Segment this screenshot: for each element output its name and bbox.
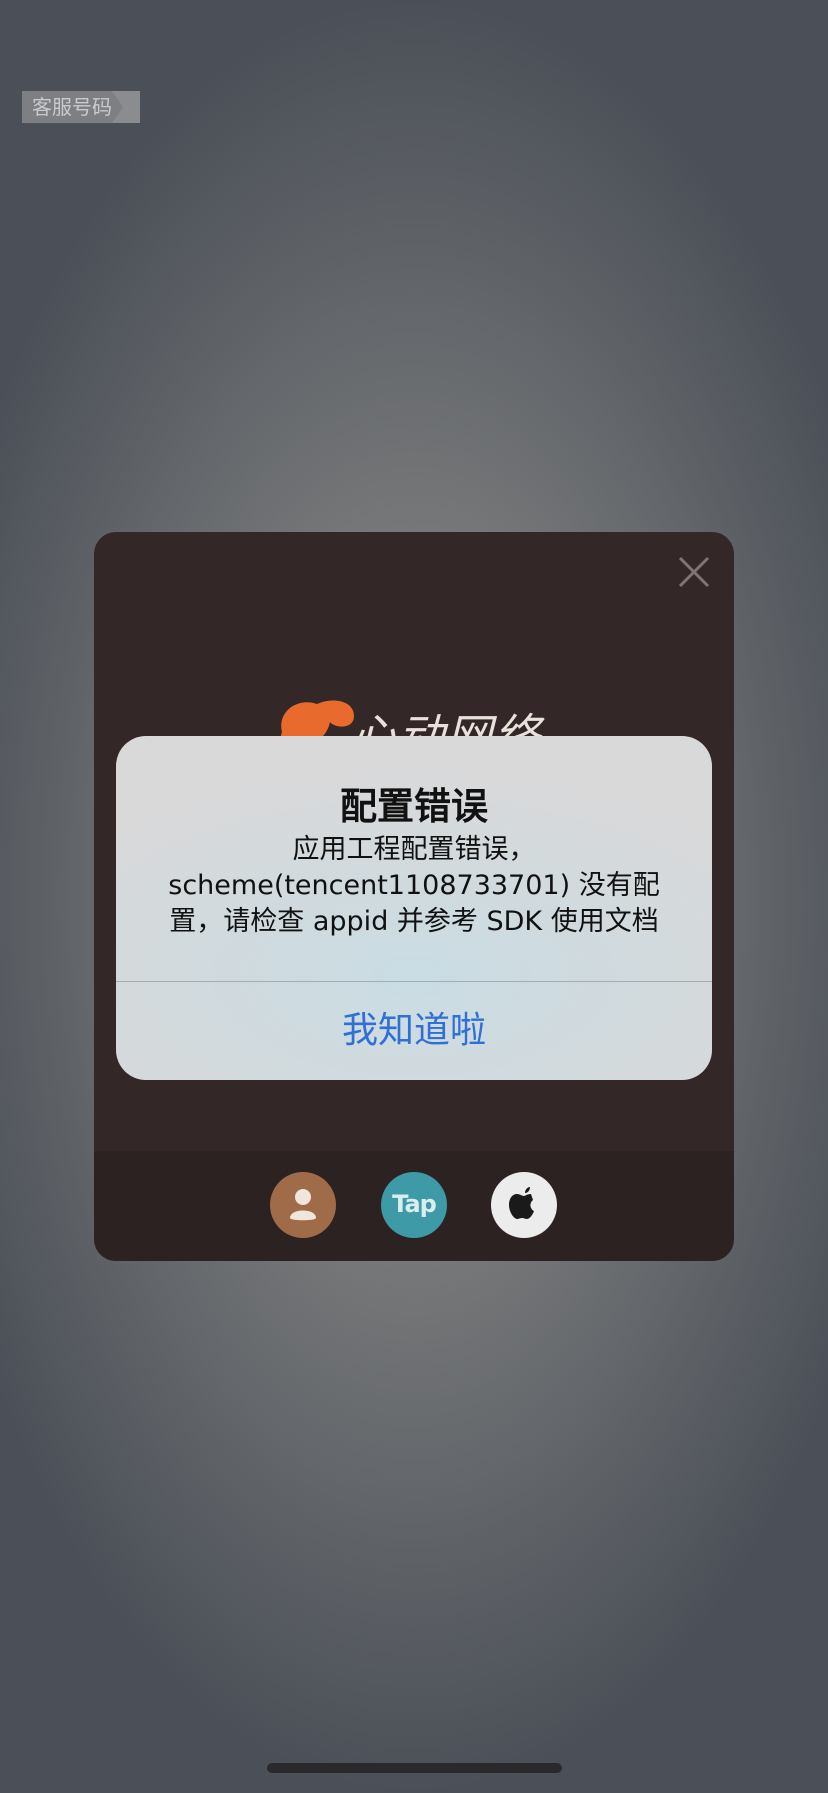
apple-icon <box>509 1187 534 1219</box>
guest-login-button[interactable] <box>270 1172 336 1238</box>
error-alert-dialog: 配置错误 应用工程配置错误，scheme(tencent1108733701) … <box>116 736 712 1080</box>
screen: 客服号码 心动网络 Tap <box>0 0 828 1793</box>
apple-login-button[interactable] <box>491 1172 557 1238</box>
taptap-login-button[interactable]: Tap <box>381 1172 447 1238</box>
home-indicator[interactable] <box>267 1763 562 1773</box>
alert-message: 应用工程配置错误，scheme(tencent1108733701) 没有配置，… <box>168 834 660 937</box>
taptap-icon: Tap <box>392 1190 437 1218</box>
user-icon <box>290 1189 316 1221</box>
customer-service-label: 客服号码 <box>32 95 112 119</box>
alert-title: 配置错误 <box>340 785 488 828</box>
close-icon[interactable] <box>674 552 714 592</box>
acknowledge-button[interactable]: 我知道啦 <box>116 982 712 1080</box>
